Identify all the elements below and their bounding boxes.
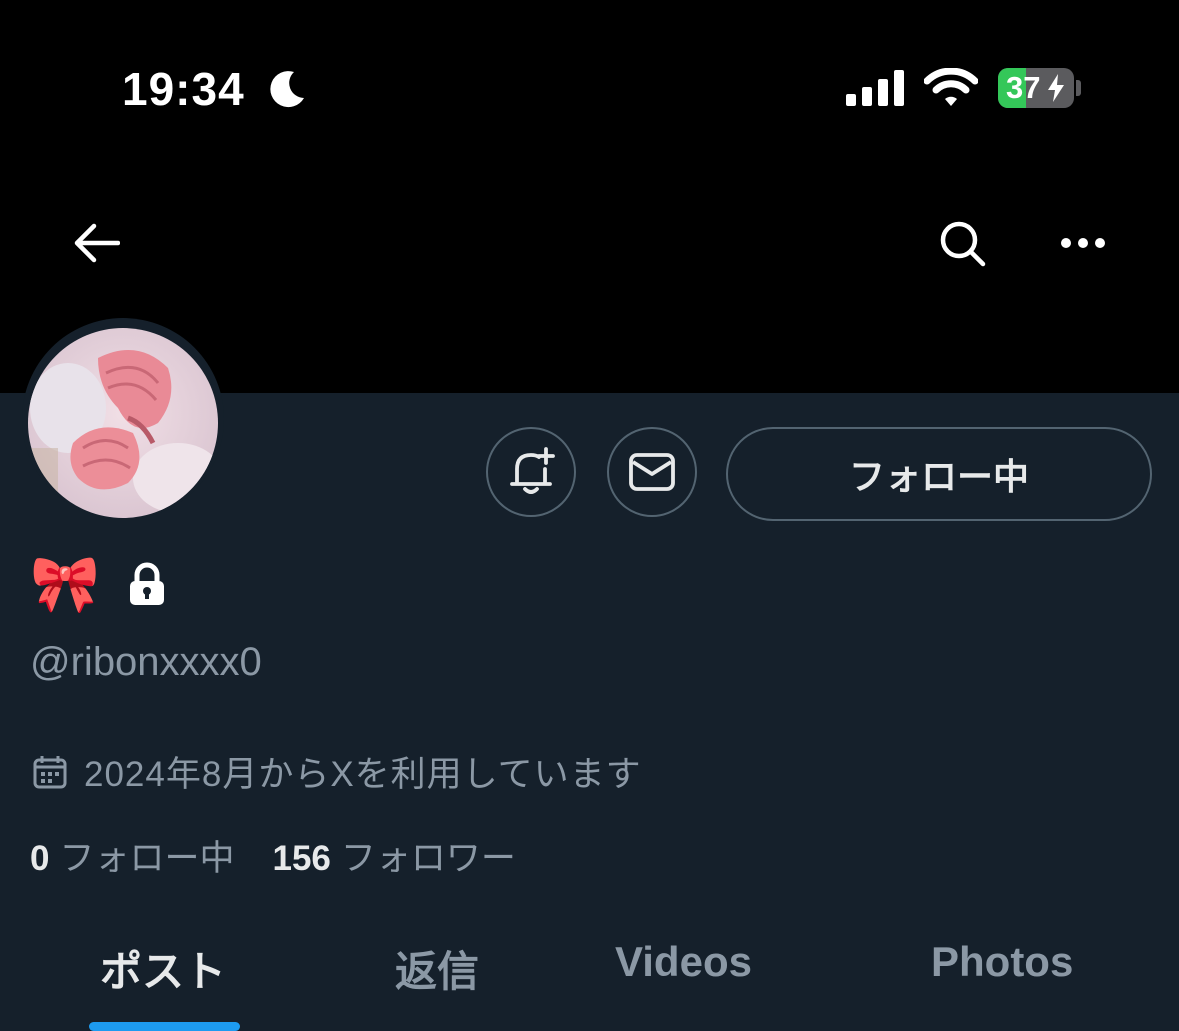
- notifications-button[interactable]: [486, 427, 576, 517]
- bell-plus-icon: [510, 447, 555, 494]
- followers-label: フォロワー: [340, 839, 516, 878]
- avatar[interactable]: [28, 328, 218, 518]
- battery-level: 37: [1006, 70, 1041, 105]
- battery-icon: 37: [998, 68, 1074, 108]
- active-tab-indicator: [89, 1022, 240, 1031]
- ribbon-emoji: 🎀: [30, 552, 100, 615]
- status-time: 19:34: [122, 63, 245, 115]
- display-name-row: 🎀: [30, 556, 166, 612]
- moon-icon: [270, 71, 304, 108]
- following-count: 0: [30, 839, 50, 878]
- profile-handle: @ribonxxxx0: [30, 640, 262, 684]
- following-link[interactable]: 0 フォロー中: [30, 830, 234, 881]
- battery-cap: [1076, 80, 1081, 96]
- followers-count: 156: [272, 839, 331, 878]
- tab-photos[interactable]: Photos: [931, 938, 1073, 986]
- tab-posts[interactable]: ポスト: [100, 938, 226, 999]
- lock-icon: [129, 562, 164, 605]
- back-arrow-icon[interactable]: [74, 222, 120, 264]
- charging-bolt-icon: [1048, 74, 1064, 102]
- followers-link[interactable]: 156 フォロワー: [272, 830, 515, 881]
- message-button[interactable]: [607, 427, 697, 517]
- joined-text: 2024年8月からXを利用しています: [84, 755, 642, 794]
- tab-videos[interactable]: Videos: [615, 938, 752, 986]
- following-button[interactable]: フォロー中: [726, 427, 1152, 521]
- search-icon[interactable]: [938, 219, 988, 269]
- envelope-icon: [629, 453, 675, 491]
- wifi-icon: [924, 68, 978, 106]
- follow-stats: 0 フォロー中 156 フォロワー: [30, 830, 516, 881]
- following-label: フォロー中: [59, 839, 235, 878]
- signal-icon: [846, 70, 904, 106]
- joined-date: 2024年8月からXを利用しています: [32, 746, 642, 797]
- calendar-icon: [33, 755, 67, 788]
- tab-replies[interactable]: 返信: [395, 938, 479, 999]
- more-icon[interactable]: [1058, 230, 1108, 256]
